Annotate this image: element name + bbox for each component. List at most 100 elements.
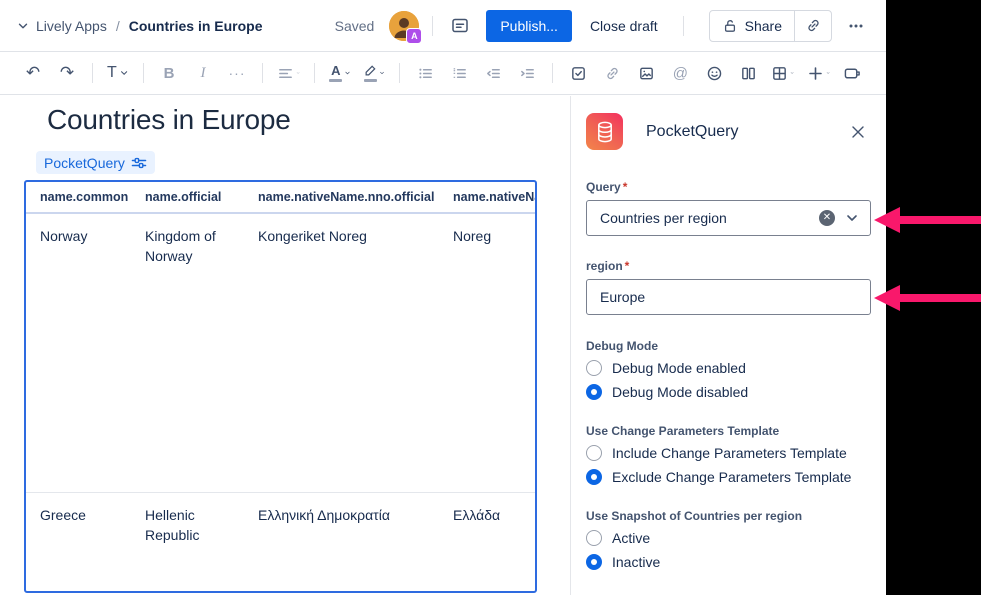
pocketquery-macro-chip[interactable]: PocketQuery xyxy=(36,151,155,174)
query-select[interactable]: Countries per region ✕ xyxy=(586,200,871,236)
table-cell[interactable]: Greece xyxy=(26,493,131,593)
layout-columns-icon xyxy=(740,65,757,82)
text-align-icon xyxy=(277,65,294,82)
highlight-icon xyxy=(363,65,377,82)
close-draft-button[interactable]: Close draft xyxy=(578,10,670,42)
column-header: name.nativeName.nno.official xyxy=(244,190,439,204)
radio-selected-icon[interactable] xyxy=(586,469,602,485)
indent-icon xyxy=(519,65,536,82)
region-field-label: region* xyxy=(586,259,871,273)
required-asterisk: * xyxy=(625,259,630,273)
radio-selected-icon[interactable] xyxy=(586,384,602,400)
radio-icon[interactable] xyxy=(586,445,602,461)
close-panel-button[interactable] xyxy=(845,119,871,145)
arrow-head xyxy=(874,207,900,233)
outdent-icon xyxy=(485,65,502,82)
more-formatting-button[interactable]: ··· xyxy=(225,60,249,86)
text-color-button[interactable]: A xyxy=(328,60,352,86)
chevron-down-icon[interactable] xyxy=(844,210,860,226)
breadcrumb-page-title[interactable]: Countries in Europe xyxy=(129,18,263,34)
unlock-icon xyxy=(722,18,738,34)
avatar[interactable]: A xyxy=(389,11,419,41)
column-header: name.common xyxy=(26,190,131,204)
chevron-down-icon[interactable] xyxy=(12,15,34,37)
table-row[interactable]: Greece Hellenic Republic Ελληνική Δημοκρ… xyxy=(26,493,535,593)
layout-button[interactable] xyxy=(736,60,760,86)
radio-icon[interactable] xyxy=(586,360,602,376)
bold-button[interactable]: B xyxy=(157,60,181,86)
image-icon xyxy=(638,65,655,82)
macro-chip-label: PocketQuery xyxy=(44,155,125,171)
chevron-down-icon xyxy=(826,67,830,79)
share-group: Share xyxy=(709,10,832,42)
pocketquery-result-table[interactable]: name.common name.official name.nativeNam… xyxy=(24,180,537,593)
content-area: Countries in Europe PocketQuery name.com… xyxy=(0,96,886,595)
link-icon xyxy=(805,17,822,34)
editor-canvas[interactable]: Countries in Europe PocketQuery name.com… xyxy=(0,96,570,595)
annotation-arrow-query xyxy=(874,207,981,233)
close-icon xyxy=(850,124,866,140)
italic-button[interactable]: I xyxy=(191,60,215,86)
save-status: Saved xyxy=(335,18,375,34)
table-row[interactable]: Norway Kingdom of Norway Kongeriket Nore… xyxy=(26,214,535,493)
table-cell[interactable]: Kingdom of Norway xyxy=(131,214,244,492)
radio-option-debug-enabled[interactable]: Debug Mode enabled xyxy=(586,360,871,376)
bold-icon: B xyxy=(164,66,175,81)
radio-option-snapshot-inactive[interactable]: Inactive xyxy=(586,554,871,570)
region-input[interactable] xyxy=(586,279,871,315)
publish-button[interactable]: Publish... xyxy=(486,10,572,42)
column-header: name.nativeNa xyxy=(439,190,535,204)
share-button[interactable]: Share xyxy=(710,11,794,41)
table-icon xyxy=(771,65,788,82)
redo-button[interactable]: ↷ xyxy=(55,60,79,86)
redo-icon: ↷ xyxy=(60,65,74,82)
table-cell[interactable]: Norway xyxy=(26,214,131,492)
divider xyxy=(92,63,93,83)
mention-button[interactable]: @ xyxy=(668,60,692,86)
table-cell[interactable]: Hellenic Republic xyxy=(131,493,244,593)
radio-selected-icon[interactable] xyxy=(586,554,602,570)
table-cell[interactable]: Ελλάδα xyxy=(439,493,535,593)
comment-button[interactable] xyxy=(446,12,474,40)
image-button[interactable] xyxy=(634,60,658,86)
divider xyxy=(683,16,684,36)
video-button[interactable] xyxy=(841,60,865,86)
bullet-list-button[interactable] xyxy=(413,60,437,86)
radio-icon[interactable] xyxy=(586,530,602,546)
indent-button[interactable] xyxy=(515,60,539,86)
table-cell[interactable]: Noreg xyxy=(439,214,535,492)
highlight-color-button[interactable] xyxy=(362,60,386,86)
group-label: Use Snapshot of Countries per region xyxy=(586,509,871,523)
pocketquery-config-panel: PocketQuery Query* Countries per region … xyxy=(570,96,886,595)
chevron-down-icon xyxy=(296,67,300,79)
arrow-shaft xyxy=(899,216,981,224)
text-align-button[interactable] xyxy=(276,60,301,86)
clear-icon[interactable]: ✕ xyxy=(819,210,835,226)
text-style-button[interactable]: T xyxy=(106,60,130,86)
query-field-label: Query* xyxy=(586,180,871,194)
task-list-button[interactable] xyxy=(566,60,590,86)
chevron-down-icon xyxy=(379,67,385,79)
undo-button[interactable]: ↶ xyxy=(21,60,45,86)
more-actions-button[interactable] xyxy=(842,12,870,40)
emoji-button[interactable] xyxy=(702,60,726,86)
link-button[interactable] xyxy=(600,60,624,86)
radio-option-include-template[interactable]: Include Change Parameters Template xyxy=(586,445,871,461)
divider xyxy=(314,63,315,83)
debug-mode-group: Debug Mode Debug Mode enabled Debug Mode… xyxy=(586,339,871,400)
radio-option-exclude-template[interactable]: Exclude Change Parameters Template xyxy=(586,469,871,485)
radio-option-snapshot-active[interactable]: Active xyxy=(586,530,871,546)
outdent-button[interactable] xyxy=(481,60,505,86)
arrow-head xyxy=(874,285,900,311)
bullet-list-icon xyxy=(417,65,434,82)
page-title[interactable]: Countries in Europe xyxy=(47,104,291,136)
table-cell[interactable]: Kongeriket Noreg xyxy=(244,214,439,492)
table-button[interactable] xyxy=(770,60,795,86)
radio-option-debug-disabled[interactable]: Debug Mode disabled xyxy=(586,384,871,400)
insert-button[interactable] xyxy=(806,60,831,86)
table-cell[interactable]: Ελληνική Δημοκρατία xyxy=(244,493,439,593)
copy-link-button[interactable] xyxy=(795,11,831,41)
annotation-arrow-region xyxy=(874,285,981,311)
breadcrumb-space[interactable]: Lively Apps xyxy=(36,18,107,34)
numbered-list-button[interactable] xyxy=(447,60,471,86)
